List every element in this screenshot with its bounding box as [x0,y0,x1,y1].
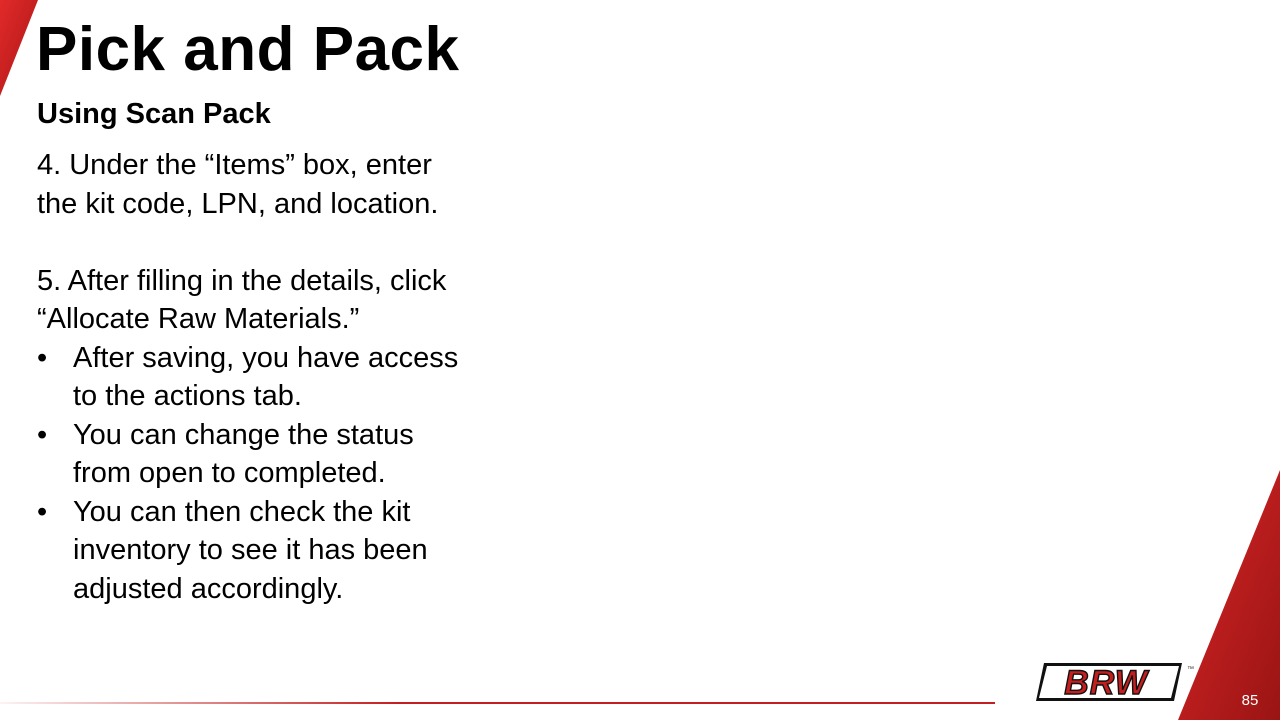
list-item: • After saving, you have access to the a… [37,339,467,416]
list-item: • You can change the status from open to… [37,416,467,493]
bullet-glyph: • [37,495,48,528]
page-title: Pick and Pack [36,15,460,84]
bullet-text: You can then check the kit inventory to … [73,495,428,605]
page-number: 85 [1241,692,1259,709]
bullet-text: You can change the status from open to c… [73,418,414,490]
bullet-list: • After saving, you have access to the a… [37,339,467,609]
page-subtitle: Using Scan Pack [37,98,271,130]
trademark-mark: ™ [1187,666,1194,673]
logo-text: BRW [1064,664,1149,702]
list-item: • You can then check the kit inventory t… [37,493,467,609]
step-4-text: 4. Under the “Items” box, enter the kit … [37,149,439,220]
brw-logo: BRW ™ [1036,663,1194,703]
step-5-text: 5. After filling in the details, click “… [37,264,447,336]
bullet-text: After saving, you have access to the act… [73,341,459,413]
slide-body: 4. Under the “Items” box, enter the kit … [37,146,467,608]
bullet-glyph: • [37,341,48,374]
bullet-glyph: • [37,418,48,451]
footer-divider [0,702,995,704]
